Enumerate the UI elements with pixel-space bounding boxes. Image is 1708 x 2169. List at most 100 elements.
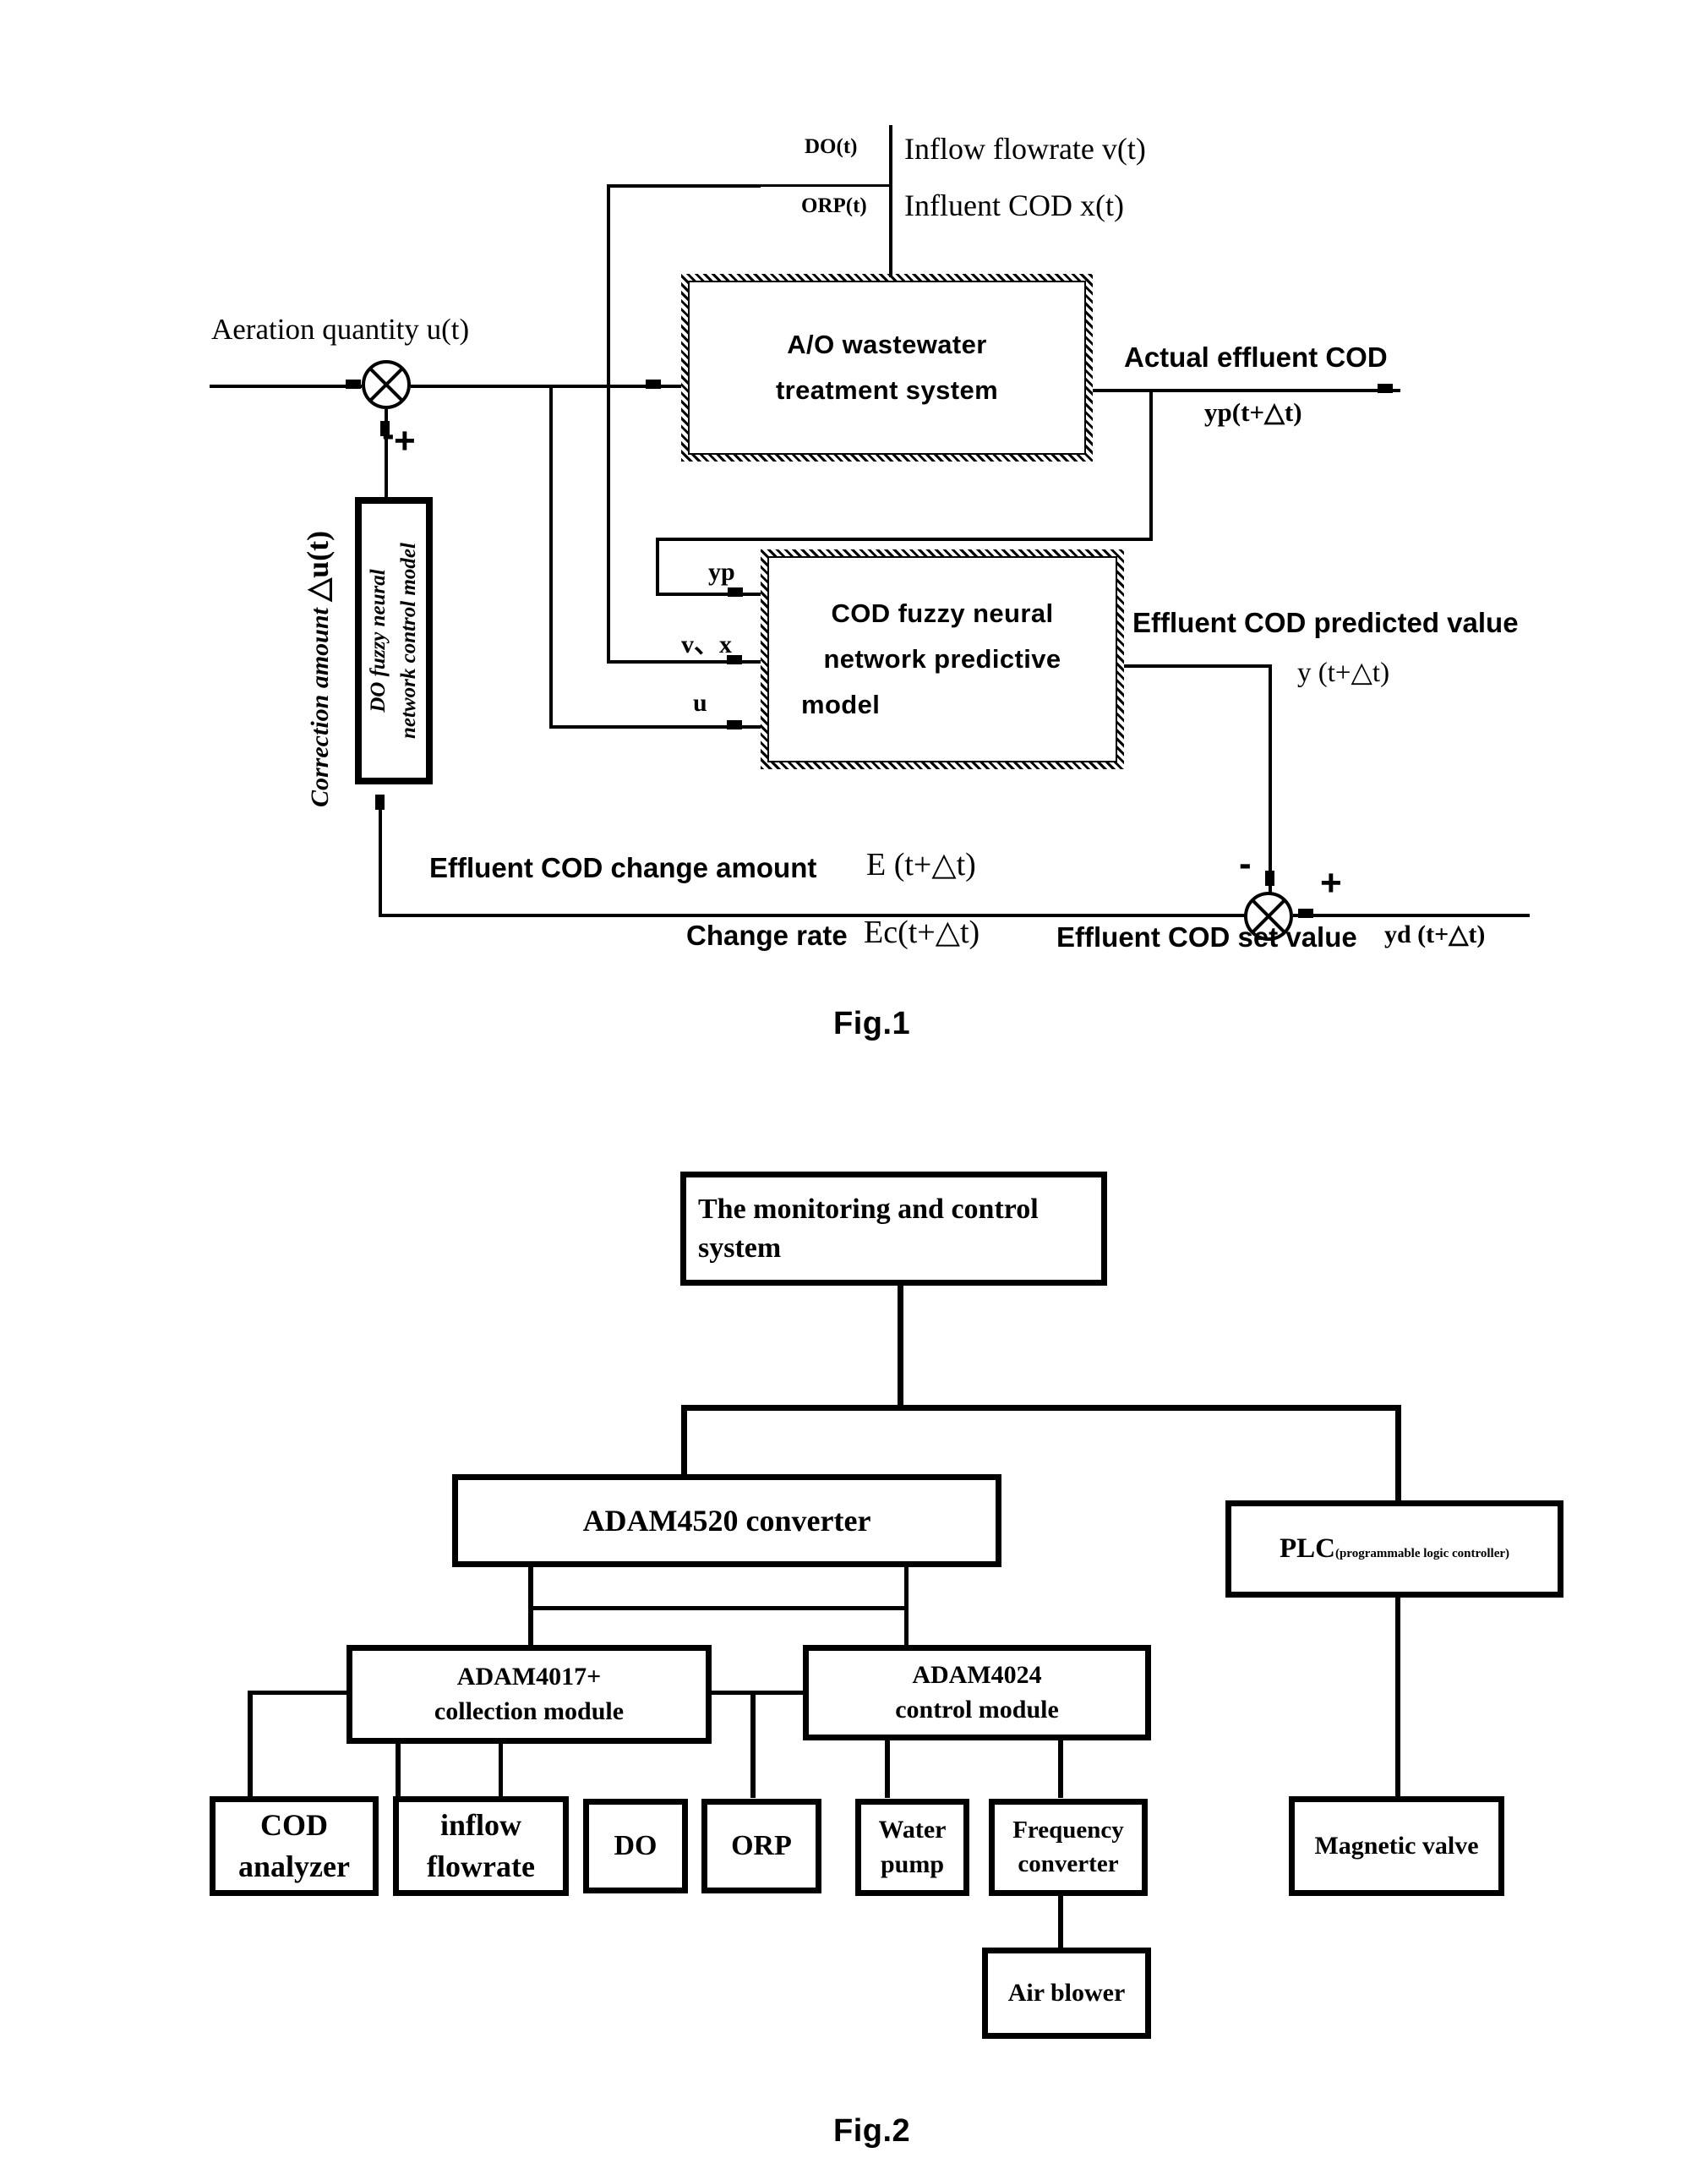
sign-plus-error: + — [1320, 862, 1342, 904]
inflow-flowrate-line-2: flowrate — [427, 1849, 535, 1883]
arrowhead-to-ao-system — [646, 380, 661, 389]
block-cod-fuzzy-neural-network-predictive-model: COD fuzzy neural network predictive mode… — [761, 549, 1124, 769]
figure-1-caption: Fig.1 — [833, 1006, 911, 1041]
label-correction-amount: Correction amount △u(t) — [300, 531, 336, 807]
block-water-pump: Water pump — [855, 1799, 969, 1896]
wire-yp-feedback-left — [656, 538, 1153, 541]
label-effluent-cod-predicted-symbol: y (t+△t) — [1297, 658, 1390, 688]
wire-to-do-sensor — [499, 1744, 503, 1798]
wire-to-water-pump — [885, 1740, 890, 1798]
label-do-t: DO(t) — [805, 135, 858, 158]
cod-analyzer-line-2: analyzer — [238, 1849, 350, 1883]
label-input-u: u — [693, 689, 707, 717]
wire-yp-feedback-down — [1149, 389, 1153, 541]
block-do-fuzzy-neural-network-control-model: DO fuzzy neural network control model — [355, 497, 433, 784]
label-orp-t: ORP(t) — [801, 194, 867, 217]
block-frequency-converter: Frequency converter — [989, 1799, 1148, 1896]
wire-adam4520-branch — [528, 1606, 909, 1610]
wire-adam4017-right-stub — [710, 1691, 803, 1695]
wire-to-adam4017 — [528, 1606, 533, 1647]
wire-to-adam4024 — [904, 1567, 909, 1647]
adam4024-line-1: ADAM4024 — [912, 1661, 1042, 1689]
label-aeration-quantity: Aeration quantity u(t) — [211, 313, 470, 346]
wire-to-air-blower — [1058, 1896, 1063, 1949]
wire-plc-to-magnetic-valve — [1395, 1598, 1400, 1796]
wire-yp-to-predictive — [656, 593, 762, 596]
label-input-yp: yp — [708, 558, 735, 586]
wire-vx-down — [607, 385, 610, 664]
wire-adam4520-down — [528, 1567, 533, 1609]
ao-system-line-1: A/O wastewater — [787, 329, 987, 359]
cod-analyzer-line-1: COD — [260, 1808, 328, 1843]
arrowhead-to-sum — [346, 380, 361, 389]
label-inflow-flowrate: Inflow flowrate v(t) — [904, 132, 1146, 166]
sign-minus-error: - — [1239, 843, 1252, 884]
monitoring-system-line-1: The monitoring and control — [698, 1193, 1039, 1225]
wire-yp-feedback-corner — [656, 538, 659, 595]
do-sensor-label: DO — [614, 1830, 658, 1862]
block-orp-sensor: ORP — [701, 1799, 821, 1893]
summing-junction-aeration — [362, 360, 411, 409]
adam4024-line-2: control module — [895, 1695, 1059, 1724]
wire-to-frequency-converter — [1058, 1740, 1063, 1798]
wire-u-branch-down — [549, 385, 553, 729]
label-effluent-cod-set-value-symbol: yd (t+△t) — [1384, 921, 1486, 948]
wire-monitoring-trunk — [898, 1286, 903, 1407]
predictive-line-2: network predictive — [823, 643, 1061, 674]
wire-aeration-input — [210, 385, 362, 388]
label-influent-cod: Influent COD x(t) — [904, 188, 1124, 222]
separator-sensor-labels — [761, 184, 892, 187]
wire-bus-to-adam4520 — [681, 1405, 687, 1479]
adam4017-line-1: ADAM4017+ — [456, 1663, 602, 1691]
inflow-flowrate-line-1: inflow — [439, 1808, 521, 1843]
block-inflow-flowrate: inflow flowrate — [393, 1796, 569, 1896]
label-input-vx: v、x — [681, 631, 732, 658]
label-effluent-cod-predicted-value: Effluent COD predicted value — [1132, 607, 1519, 638]
wire-to-cod-analyzer — [248, 1691, 253, 1798]
do-control-model-text: DO fuzzy neural network control model — [363, 543, 425, 739]
block-monitoring-and-control-system: The monitoring and control system — [680, 1172, 1107, 1286]
label-effluent-cod-change-amount: Effluent COD change amount — [429, 852, 817, 883]
block-adam4520-converter: ADAM4520 converter — [452, 1474, 1001, 1567]
label-change-rate: Change rate — [686, 920, 848, 951]
predictive-line-3: model — [801, 690, 881, 720]
wire-error-up-to-do-model — [379, 803, 382, 916]
label-effluent-cod-set-value: Effluent COD set value — [1056, 921, 1357, 953]
block-do-sensor: DO — [583, 1799, 688, 1893]
figure-2: The monitoring and control system ADAM45… — [0, 1133, 1708, 2169]
arrowhead-yp-input — [728, 587, 743, 597]
block-plc: PLC(programmable logic controller) — [1225, 1500, 1563, 1598]
block-adam4017-collection-module: ADAM4017+ collection module — [347, 1645, 712, 1744]
wire-influent-into-ao — [889, 125, 892, 277]
wire-to-inflow-flowrate — [396, 1744, 401, 1798]
wire-sensors-bus — [248, 1691, 349, 1695]
water-pump-line-1: Water — [878, 1816, 947, 1844]
wire-sum-to-ao — [411, 385, 681, 388]
air-blower-label: Air blower — [1007, 1978, 1126, 2007]
ao-system-line-2: treatment system — [775, 375, 999, 405]
magnetic-valve-label: Magnetic valve — [1314, 1831, 1479, 1860]
plc-main-label: PLC — [1279, 1533, 1335, 1565]
figure-2-caption: Fig.2 — [833, 2113, 911, 2149]
patent-figure-page: DO(t) ORP(t) Inflow flowrate v(t) Influe… — [0, 0, 1708, 2169]
frequency-converter-line-2: converter — [1018, 1849, 1119, 1877]
block-cod-analyzer: COD analyzer — [210, 1796, 379, 1896]
do-control-line-2: network control model — [397, 543, 420, 739]
arrowhead-ao-output — [1378, 384, 1393, 393]
arrowhead-error-to-do-model — [375, 795, 385, 810]
plc-sub-label: (programmable logic controller) — [1334, 1547, 1510, 1561]
wire-sensor-feed-top — [607, 184, 761, 188]
block-ao-wastewater-treatment-system: A/O wastewater treatment system — [681, 274, 1093, 462]
water-pump-line-2: pump — [880, 1849, 945, 1878]
adam4520-label: ADAM4520 converter — [582, 1503, 871, 1538]
figure-1: DO(t) ORP(t) Inflow flowrate v(t) Influe… — [0, 0, 1708, 1065]
do-control-line-1: DO fuzzy neural — [366, 569, 390, 713]
wire-error-left — [379, 914, 1246, 917]
wire-ao-output — [1093, 389, 1400, 392]
wire-predicted-down — [1269, 664, 1272, 894]
orp-sensor-label: ORP — [731, 1830, 792, 1862]
wire-sensor-feed-vertical — [607, 184, 610, 385]
label-change-rate-symbol: Ec(t+△t) — [864, 915, 980, 950]
arrowhead-setvalue — [1298, 909, 1313, 918]
block-magnetic-valve: Magnetic valve — [1289, 1796, 1504, 1896]
